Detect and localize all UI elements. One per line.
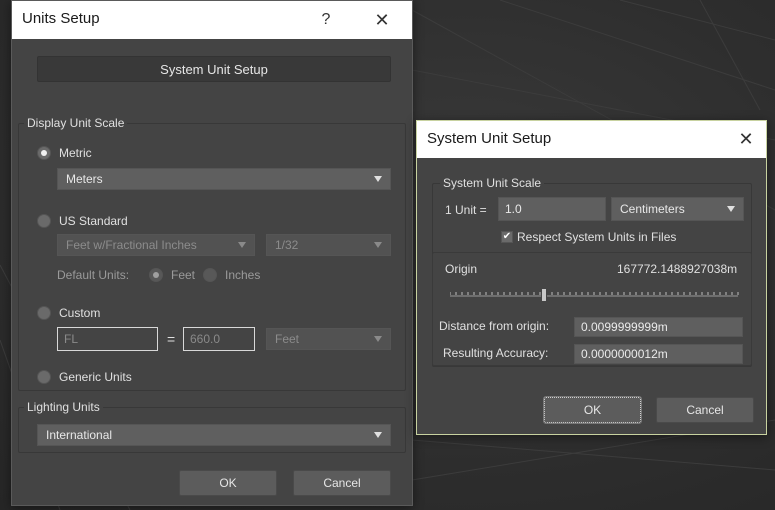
distance-from-origin-label: Distance from origin: [439,319,550,333]
metric-label[interactable]: Metric [59,146,92,160]
custom-radio[interactable] [37,306,51,320]
unit-type-value: Centimeters [620,202,685,216]
units-setup-dialog: Units Setup ? ✕ System Unit Setup Displa… [11,0,413,506]
chevron-down-icon [374,432,382,438]
unit-type-dropdown[interactable]: Centimeters [611,197,744,221]
us-fraction-value: 1/32 [275,238,299,252]
respect-system-units-checkbox[interactable]: ✔ [501,231,513,243]
us-standard-radio[interactable] [37,214,51,228]
units-setup-titlebar[interactable]: Units Setup ? ✕ [12,1,412,39]
us-units-value: Feet w/Fractional Inches [66,238,197,252]
chevron-down-icon [374,176,382,182]
lighting-units-label: Lighting Units [24,400,103,414]
us-units-dropdown[interactable]: Feet w/Fractional Inches [57,234,255,256]
default-units-label: Default Units: [57,268,130,282]
system-cancel-button[interactable]: Cancel [656,397,754,423]
generic-units-radio[interactable] [37,370,51,384]
system-unit-setup-titlebar[interactable]: System Unit Setup ✕ [417,121,766,158]
inches-radio[interactable] [203,268,217,282]
metric-units-dropdown[interactable]: Meters [57,168,391,190]
custom-label[interactable]: Custom [59,306,100,320]
units-setup-title: Units Setup [22,10,100,27]
close-icon[interactable]: ✕ [724,121,768,158]
origin-value: 167772.1488927038m [617,262,738,276]
one-unit-label: 1 Unit = [445,203,487,217]
display-unit-scale-label: Display Unit Scale [24,116,128,130]
chevron-down-icon [374,336,382,342]
feet-label[interactable]: Feet [171,268,195,282]
close-icon[interactable]: ✕ [360,1,404,39]
feet-radio[interactable] [149,268,163,282]
system-unit-scale-label: System Unit Scale [440,176,545,190]
units-ok-button[interactable]: OK [179,470,277,496]
distance-from-origin-field[interactable]: 0.0099999999m [574,317,743,337]
chevron-down-icon [238,242,246,248]
inches-label[interactable]: Inches [225,268,260,282]
lighting-units-dropdown[interactable]: International [37,424,391,446]
origin-label: Origin [445,262,478,276]
unit-value-input[interactable]: 1.0 [498,197,606,221]
help-icon[interactable]: ? [304,1,348,39]
lighting-units-value: International [46,428,113,442]
system-unit-setup-button[interactable]: System Unit Setup [37,56,391,82]
resulting-accuracy-field[interactable]: 0.0000000012m [574,344,743,364]
custom-equals-label: = [167,331,176,347]
chevron-down-icon [374,242,382,248]
system-unit-setup-dialog: System Unit Setup ✕ System Unit Scale 1 … [416,120,767,435]
custom-unit-value: Feet [275,332,300,346]
us-fraction-dropdown[interactable]: 1/32 [266,234,391,256]
generic-units-label[interactable]: Generic Units [59,370,132,384]
metric-units-value: Meters [66,172,103,186]
chevron-down-icon [727,206,735,212]
metric-radio[interactable] [37,146,51,160]
us-standard-label[interactable]: US Standard [59,214,128,228]
custom-unit-dropdown[interactable]: Feet [266,328,391,350]
units-cancel-button[interactable]: Cancel [293,470,391,496]
system-unit-setup-title: System Unit Setup [427,130,552,147]
origin-slider[interactable] [449,283,740,305]
resulting-accuracy-label: Resulting Accuracy: [443,346,549,360]
custom-amount-input[interactable]: 660.0 [183,327,255,351]
system-ok-button[interactable]: OK [543,396,642,424]
origin-slider-track [449,292,739,297]
custom-name-input[interactable]: FL [57,327,158,351]
respect-system-units-label[interactable]: Respect System Units in Files [517,230,676,244]
origin-slider-handle[interactable] [541,288,547,302]
